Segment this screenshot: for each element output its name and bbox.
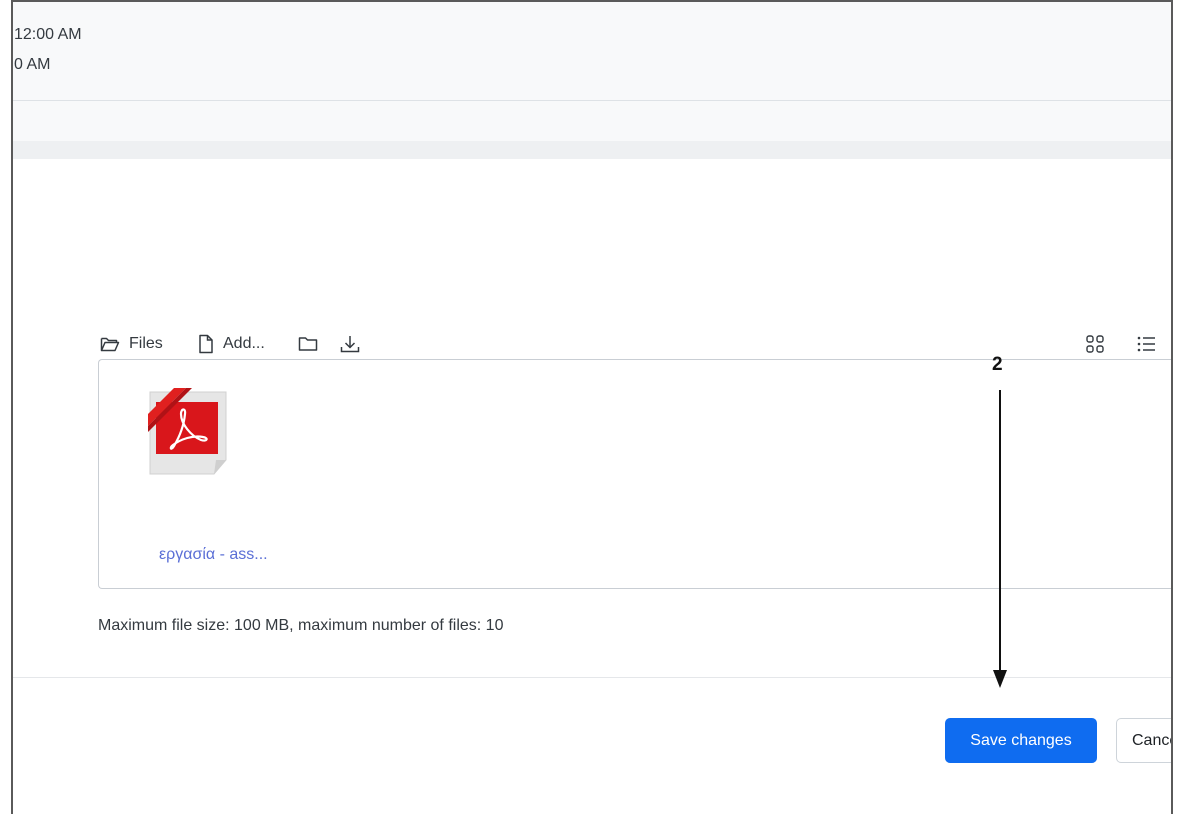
grid-view-icon (1085, 334, 1105, 354)
section-separator (13, 101, 1171, 141)
list-view-button[interactable] (1136, 333, 1156, 355)
folder-icon (298, 336, 318, 352)
grid-view-button[interactable] (1085, 333, 1105, 355)
annotation-arrow-head (993, 670, 1007, 688)
add-file-button[interactable]: Add... (198, 333, 265, 355)
date-value-1: 12:00 AM (14, 26, 82, 43)
dates-panel: 12:00 AM 0 AM (13, 2, 1171, 101)
cancel-label: Cancel (1116, 718, 1171, 763)
files-label: Files (129, 335, 163, 352)
file-icon (198, 334, 214, 354)
download-all-button[interactable] (340, 333, 360, 355)
filemanager-toolbar: Files Add... (98, 333, 1171, 357)
section-separator-shade (13, 141, 1171, 159)
save-changes-button[interactable]: Save changes (945, 718, 1097, 763)
folder-open-icon (100, 335, 120, 353)
annotation-arrow-line (999, 390, 1001, 672)
cancel-button[interactable]: Cancel (1116, 718, 1171, 763)
pdf-file-icon (148, 388, 227, 475)
files-breadcrumb[interactable]: Files (100, 333, 163, 355)
file-dropzone[interactable]: εργασία - ass... (98, 359, 1171, 589)
date-value-2: 0 AM (14, 56, 51, 73)
screenshot-border-right (1171, 0, 1173, 814)
download-icon (340, 335, 360, 353)
list-view-icon (1136, 335, 1156, 353)
annotation-step-number: 2 (992, 354, 1003, 375)
file-name-link[interactable]: εργασία - ass... (159, 546, 268, 564)
add-label: Add... (223, 335, 265, 352)
create-folder-button[interactable] (298, 333, 318, 355)
upload-limits-text: Maximum file size: 100 MB, maximum numbe… (98, 617, 504, 634)
